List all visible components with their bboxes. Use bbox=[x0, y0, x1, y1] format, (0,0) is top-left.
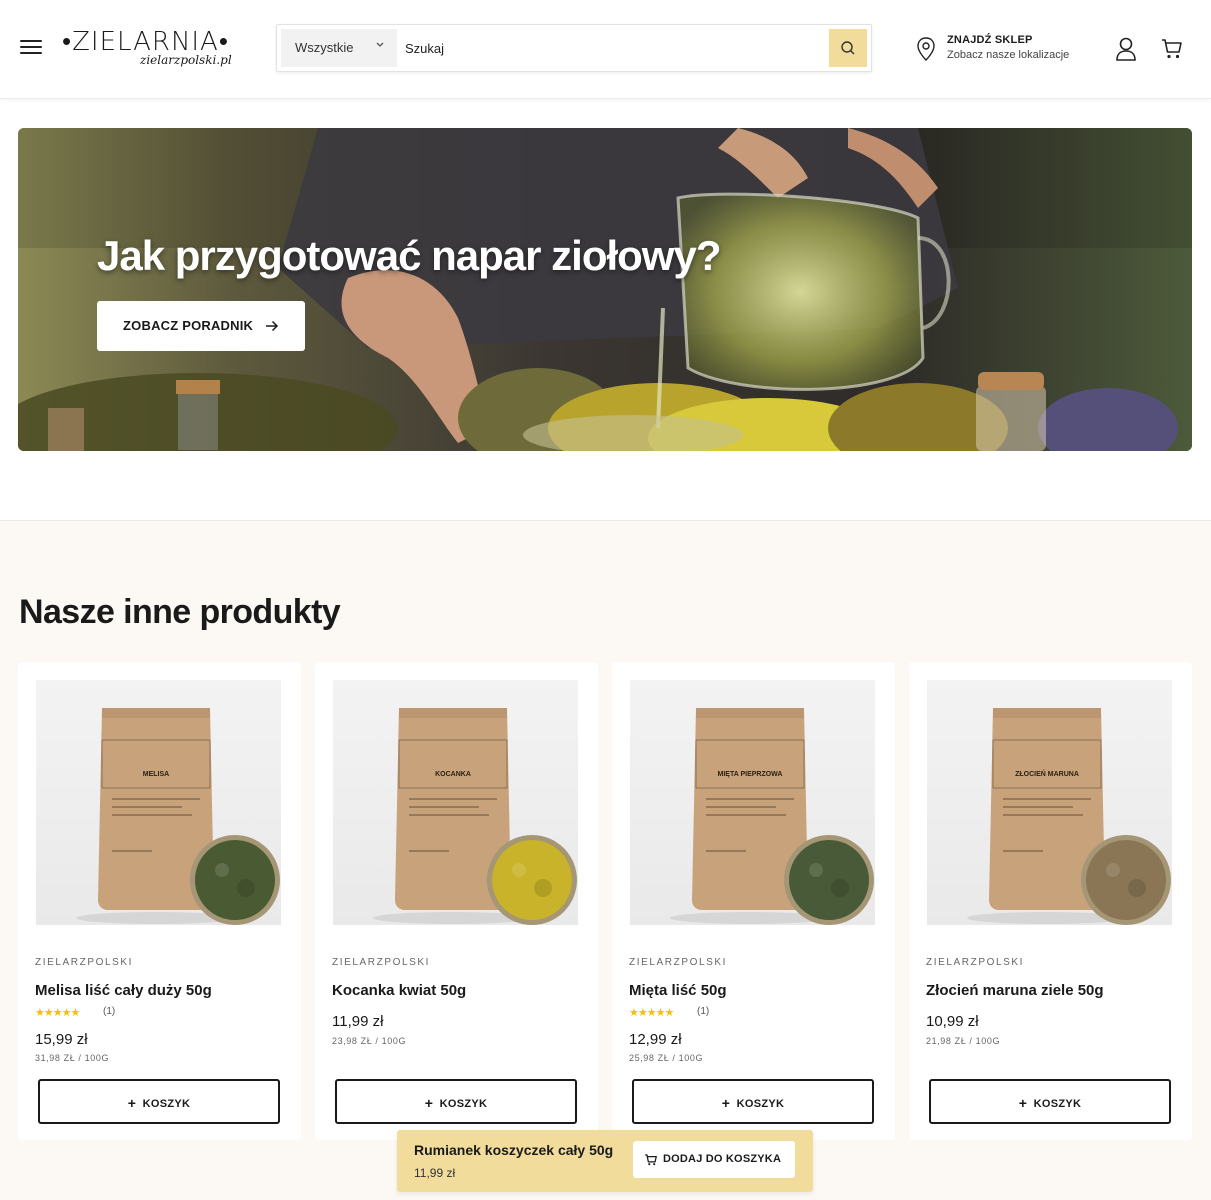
plus-icon: + bbox=[127, 1095, 137, 1111]
product-name[interactable]: Złocień maruna ziele 50g bbox=[926, 982, 1104, 999]
add-to-cart-label: KOSZYK bbox=[142, 1098, 191, 1110]
hero-guide-button[interactable]: ZOBACZ PORADNIK bbox=[97, 301, 305, 351]
sticky-add-to-cart-button[interactable]: DODAJ DO KOSZYKA bbox=[633, 1141, 795, 1178]
sticky-add-to-cart-bar: Rumianek koszyczek cały 50g 11,99 zł DOD… bbox=[397, 1130, 813, 1192]
product-price: 15,99 zł bbox=[35, 1031, 88, 1048]
product-name[interactable]: Kocanka kwiat 50g bbox=[332, 982, 466, 999]
unit-price: 21,98 ZŁ / 100G bbox=[926, 1036, 1001, 1046]
sticky-product-price: 11,99 zł bbox=[414, 1166, 456, 1180]
product-image[interactable]: KOCANKA bbox=[333, 680, 578, 925]
product-package-image: ZŁOCIEŃ MARUNA bbox=[967, 708, 1171, 925]
unit-price: 31,98 ZŁ / 100G bbox=[35, 1053, 110, 1063]
search-icon bbox=[841, 41, 855, 55]
product-package-image: MELISA bbox=[76, 708, 280, 925]
add-to-cart-label: KOSZYK bbox=[439, 1098, 488, 1110]
unit-price: 23,98 ZŁ / 100G bbox=[332, 1036, 407, 1046]
products-section: Nasze inne produkty MELISA ZIELARZPOLSKI… bbox=[0, 520, 1211, 1200]
hero-button-label: ZOBACZ PORADNIK bbox=[123, 318, 254, 333]
product-brand: ZIELARZPOLSKI bbox=[629, 957, 728, 968]
product-card[interactable]: KOCANKA ZIELARZPOLSKI Kocanka kwiat 50g … bbox=[315, 662, 598, 1140]
user-icon bbox=[1116, 37, 1136, 61]
product-price: 12,99 zł bbox=[629, 1031, 682, 1048]
search-category-label: Wszystkie bbox=[295, 40, 354, 55]
product-brand: ZIELARZPOLSKI bbox=[332, 957, 431, 968]
chevron-down-icon bbox=[375, 41, 385, 52]
product-image[interactable]: MELISA bbox=[36, 680, 281, 925]
find-store-link[interactable]: ZNAJDŹ SKLEP Zobacz nasze lokalizacje bbox=[916, 34, 1096, 68]
logo-subtitle: zielarzpolski.pl bbox=[140, 53, 232, 67]
search-category-select[interactable]: Wszystkie bbox=[281, 29, 397, 67]
svg-text:MELISA: MELISA bbox=[143, 771, 169, 778]
product-brand: ZIELARZPOLSKI bbox=[926, 957, 1025, 968]
find-store-title: ZNAJDŹ SKLEP bbox=[947, 34, 1033, 46]
product-package-image: MIĘTA PIEPRZOWA bbox=[670, 708, 874, 925]
product-name[interactable]: Mięta liść 50g bbox=[629, 982, 727, 999]
map-pin-icon bbox=[917, 37, 935, 61]
sticky-product-name: Rumianek koszyczek cały 50g bbox=[414, 1142, 614, 1158]
find-store-subtitle: Zobacz nasze lokalizacje bbox=[947, 49, 1070, 61]
hero-title: Jak przygotować napar ziołowy? bbox=[97, 232, 721, 279]
product-name[interactable]: Melisa liść cały duży 50g bbox=[35, 982, 212, 999]
product-image[interactable]: ZŁOCIEŃ MARUNA bbox=[927, 680, 1172, 925]
add-to-cart-label: KOSZYK bbox=[736, 1098, 785, 1110]
product-package-image: KOCANKA bbox=[373, 708, 577, 925]
review-count: (1) bbox=[697, 1006, 710, 1017]
product-price: 10,99 zł bbox=[926, 1013, 979, 1030]
account-button[interactable] bbox=[1114, 36, 1138, 67]
plus-icon: + bbox=[721, 1095, 731, 1111]
site-logo[interactable]: •ZIELARNIA• zielarzpolski.pl bbox=[62, 26, 232, 72]
product-brand: ZIELARZPOLSKI bbox=[35, 957, 134, 968]
svg-text:KOCANKA: KOCANKA bbox=[435, 771, 471, 778]
rating-stars-icon: ★★★★★ bbox=[629, 1007, 674, 1019]
plus-icon: + bbox=[1018, 1095, 1028, 1111]
site-header: •ZIELARNIA• zielarzpolski.pl Wszystkie Z… bbox=[0, 0, 1211, 99]
add-to-cart-label: KOSZYK bbox=[1033, 1098, 1082, 1110]
hero-image bbox=[18, 128, 1192, 451]
svg-text:ZŁOCIEŃ MARUNA: ZŁOCIEŃ MARUNA bbox=[1015, 769, 1079, 778]
product-card[interactable]: ZŁOCIEŃ MARUNA ZIELARZPOLSKI Złocień mar… bbox=[909, 662, 1192, 1140]
product-card[interactable]: MELISA ZIELARZPOLSKI Melisa liść cały du… bbox=[18, 662, 301, 1140]
product-image[interactable]: MIĘTA PIEPRZOWA bbox=[630, 680, 875, 925]
cart-icon bbox=[1162, 39, 1182, 59]
add-to-cart-button[interactable]: + KOSZYK bbox=[38, 1079, 280, 1124]
product-price: 11,99 zł bbox=[332, 1013, 384, 1030]
unit-price: 25,98 ZŁ / 100G bbox=[629, 1053, 704, 1063]
hero-banner: Jak przygotować napar ziołowy? ZOBACZ PO… bbox=[18, 128, 1192, 451]
search-button[interactable] bbox=[829, 29, 867, 67]
rating-stars-icon: ★★★★★ bbox=[35, 1007, 80, 1019]
menu-icon[interactable] bbox=[20, 40, 44, 56]
cart-button[interactable] bbox=[1160, 37, 1184, 66]
sticky-button-label: DODAJ DO KOSZYKA bbox=[663, 1153, 782, 1165]
svg-text:MIĘTA PIEPRZOWA: MIĘTA PIEPRZOWA bbox=[718, 771, 783, 778]
search-bar: Wszystkie bbox=[276, 24, 872, 72]
add-to-cart-button[interactable]: + KOSZYK bbox=[335, 1079, 577, 1124]
section-title: Nasze inne produkty bbox=[19, 593, 341, 631]
arrow-right-icon bbox=[265, 320, 279, 332]
search-input[interactable] bbox=[401, 29, 827, 67]
plus-icon: + bbox=[424, 1095, 434, 1111]
add-to-cart-button[interactable]: + KOSZYK bbox=[632, 1079, 874, 1124]
cart-icon bbox=[645, 1154, 657, 1166]
review-count: (1) bbox=[103, 1006, 116, 1017]
product-card[interactable]: MIĘTA PIEPRZOWA ZIELARZPOLSKI Mięta liść… bbox=[612, 662, 895, 1140]
add-to-cart-button[interactable]: + KOSZYK bbox=[929, 1079, 1171, 1124]
